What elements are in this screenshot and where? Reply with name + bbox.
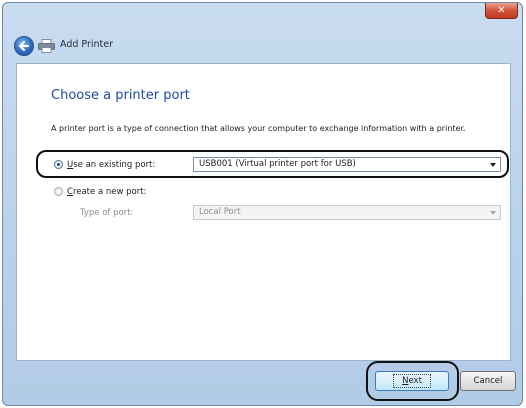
type-of-port-label: Type of port:: [80, 208, 134, 218]
highlight-ring-next: [366, 361, 459, 401]
type-of-port-select: Local Port: [193, 205, 501, 220]
add-printer-window: ✕ Add Printer Choose a printer port A pr…: [2, 2, 523, 406]
back-button[interactable]: [14, 36, 34, 56]
chevron-down-icon: [490, 211, 496, 215]
type-of-port-value: Local Port: [199, 207, 241, 217]
wizard-content-panel: Choose a printer port A printer port is …: [16, 63, 511, 361]
back-arrow-icon: [18, 40, 30, 52]
highlight-ring-existing-port: [36, 150, 509, 178]
create-new-port-radio[interactable]: [54, 187, 63, 196]
cancel-button[interactable]: Cancel: [460, 371, 516, 391]
page-heading: Choose a printer port: [51, 88, 190, 103]
create-new-port-label[interactable]: Create a new port:: [67, 187, 146, 197]
window-title: Add Printer: [60, 39, 114, 50]
close-button[interactable]: ✕: [485, 3, 518, 19]
page-description: A printer port is a type of connection t…: [51, 124, 466, 133]
printer-icon: [38, 39, 55, 53]
